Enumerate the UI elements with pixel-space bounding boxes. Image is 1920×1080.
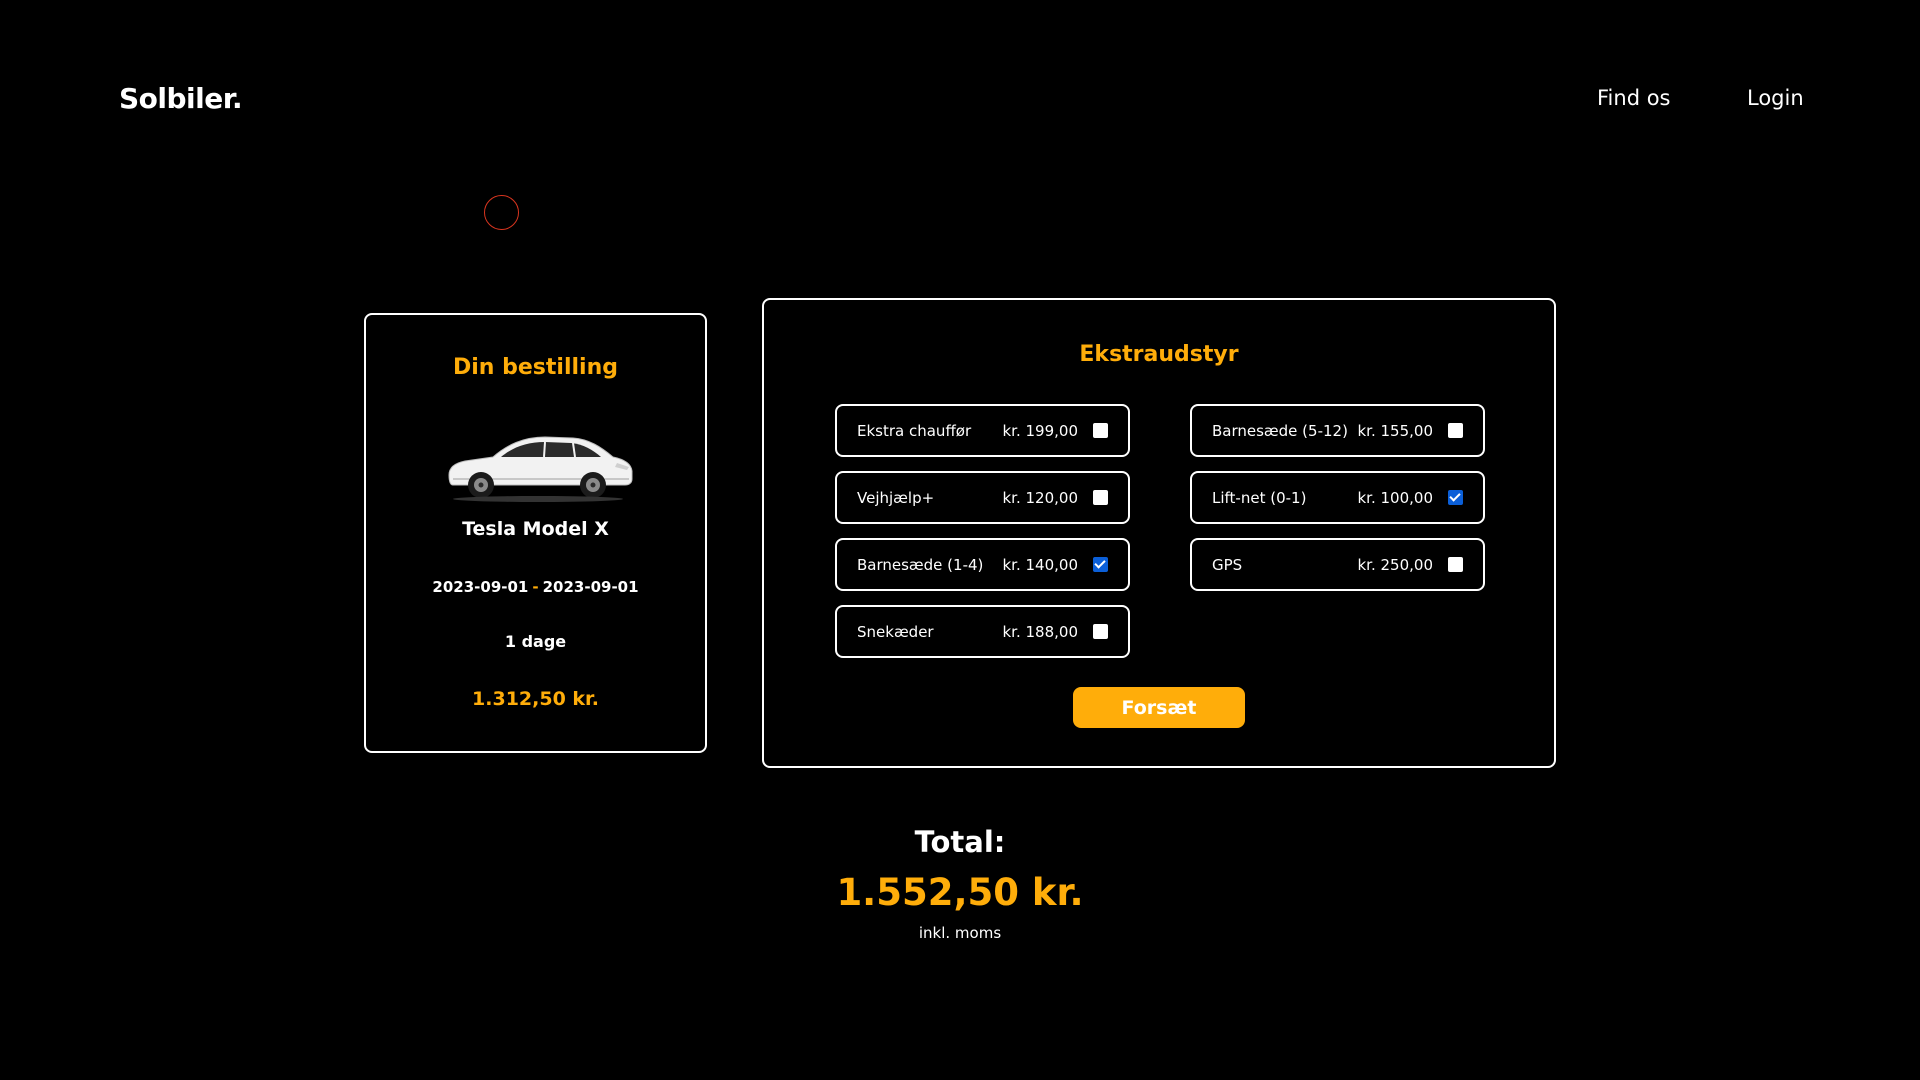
option-checkbox[interactable] — [1093, 557, 1108, 572]
order-summary-card: Din bestilling Tesla Model X 2023-09-01- — [364, 313, 707, 753]
option-checkbox[interactable] — [1093, 624, 1108, 639]
option-price: kr. 100,00 — [1357, 489, 1434, 507]
option-barnesaede-5-12[interactable]: Barnesæde (5-12) kr. 155,00 — [1190, 404, 1485, 457]
option-label: Vejhjælp+ — [857, 489, 935, 507]
option-label: Ekstra chauffør — [857, 422, 972, 440]
option-checkbox[interactable] — [1448, 423, 1463, 438]
option-price: kr. 155,00 — [1357, 422, 1434, 440]
rental-days: 1 dage — [504, 632, 567, 651]
option-price: kr. 120,00 — [1002, 489, 1079, 507]
option-vejhjaelp[interactable]: Vejhjælp+ kr. 120,00 — [835, 471, 1130, 524]
option-lift-net[interactable]: Lift-net (0-1) kr. 100,00 — [1190, 471, 1485, 524]
option-label: Lift-net (0-1) — [1212, 489, 1307, 507]
option-checkbox[interactable] — [1093, 423, 1108, 438]
total-label: Total: — [914, 825, 1006, 859]
option-snekaeder[interactable]: Snekæder kr. 188,00 — [835, 605, 1130, 658]
date-to: 2023-09-01 — [542, 578, 639, 596]
nav-login-link[interactable]: Login — [1747, 86, 1804, 110]
site-logo[interactable]: Solbiler. — [119, 82, 243, 115]
continue-button[interactable]: Forsæt — [1073, 687, 1245, 728]
order-price: 1.312,50 kr. — [472, 688, 599, 710]
option-label: Barnesæde (5-12) — [1212, 422, 1348, 440]
total-amount: 1.552,50 kr. — [836, 871, 1084, 914]
option-checkbox[interactable] — [1448, 490, 1463, 505]
option-ekstra-chauffor[interactable]: Ekstra chauffør kr. 199,00 — [835, 404, 1130, 457]
car-image — [448, 436, 633, 502]
date-separator: - — [532, 578, 539, 596]
nav-find-us-link[interactable]: Find os — [1597, 86, 1671, 110]
cursor-indicator — [484, 195, 519, 230]
option-price: kr. 199,00 — [1002, 422, 1079, 440]
option-price: kr. 250,00 — [1357, 556, 1434, 574]
extras-card: Ekstraudstyr Ekstra chauffør kr. 199,00 … — [762, 298, 1556, 768]
total-vat-note: inkl. moms — [918, 924, 1002, 942]
order-title: Din bestilling — [453, 355, 618, 380]
date-from: 2023-09-01 — [432, 578, 529, 596]
option-gps[interactable]: GPS kr. 250,00 — [1190, 538, 1485, 591]
rental-dates: 2023-09-01-2023-09-01 — [366, 578, 705, 596]
option-price: kr. 140,00 — [1002, 556, 1079, 574]
option-label: Barnesæde (1-4) — [857, 556, 984, 574]
car-name: Tesla Model X — [462, 518, 609, 540]
option-label: GPS — [1212, 556, 1243, 574]
page: Solbiler. Find os Login Din bestilling T… — [0, 0, 1920, 1080]
option-label: Snekæder — [857, 623, 934, 641]
option-checkbox[interactable] — [1093, 490, 1108, 505]
option-checkbox[interactable] — [1448, 557, 1463, 572]
option-price: kr. 188,00 — [1002, 623, 1079, 641]
extras-title: Ekstraudstyr — [1079, 342, 1239, 367]
option-barnesaede-1-4[interactable]: Barnesæde (1-4) kr. 140,00 — [835, 538, 1130, 591]
